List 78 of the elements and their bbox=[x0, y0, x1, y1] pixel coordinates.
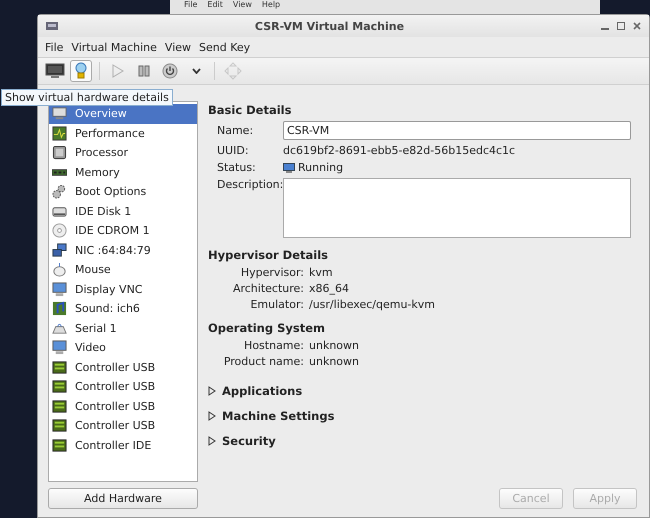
field-label: Status: bbox=[217, 161, 257, 174]
hardware-list-item[interactable]: Controller USB bbox=[49, 416, 197, 436]
field-label: Emulator: bbox=[249, 298, 304, 311]
mouse-icon bbox=[52, 262, 67, 278]
hardware-list-item[interactable]: IDE CDROM 1 bbox=[49, 221, 197, 240]
play-icon bbox=[112, 64, 124, 78]
field-label: Name: bbox=[217, 124, 254, 137]
menu-item[interactable]: View bbox=[164, 40, 192, 54]
monitor-icon bbox=[45, 63, 65, 79]
expander-arrow-icon bbox=[208, 436, 216, 446]
maximize-icon[interactable] bbox=[617, 22, 625, 30]
field-value: unknown bbox=[309, 355, 359, 368]
hardware-list-item[interactable]: Overview bbox=[49, 104, 197, 124]
chip-icon bbox=[52, 145, 67, 160]
hardware-list-item[interactable]: Controller USB bbox=[49, 358, 197, 377]
expander[interactable]: Applications bbox=[208, 378, 302, 403]
field-value: /usr/libexec/qemu-kvm bbox=[309, 298, 436, 311]
menu-item[interactable]: File bbox=[45, 40, 64, 54]
description-field[interactable] bbox=[283, 178, 631, 238]
expander[interactable]: Security bbox=[208, 428, 276, 453]
monitor-icon bbox=[52, 106, 67, 122]
uuid-value: dc619bf2-8691-ebb5-e82d-56b15edc4c1c bbox=[283, 144, 516, 157]
controller-card-icon bbox=[52, 398, 67, 414]
section-heading: Hypervisor Details bbox=[208, 248, 330, 262]
controller-card-icon bbox=[52, 438, 67, 453]
gears-icon bbox=[52, 184, 67, 200]
hardware-list-item[interactable]: IDE Disk 1 bbox=[49, 202, 197, 221]
name-field[interactable]: CSR-VM bbox=[283, 121, 631, 140]
controller-card-icon bbox=[52, 360, 67, 375]
hardware-list-item[interactable]: Controller USB bbox=[49, 377, 197, 396]
window-title: CSR-VM Virtual Machine bbox=[254, 20, 406, 32]
monitor-icon bbox=[52, 340, 67, 356]
field-label: UUID: bbox=[217, 144, 250, 157]
app-icon bbox=[46, 22, 58, 30]
hardware-list-item[interactable]: Processor bbox=[49, 143, 197, 162]
field-label: Architecture: bbox=[232, 282, 304, 295]
sound-card-icon bbox=[52, 301, 67, 316]
pause-icon bbox=[138, 65, 150, 77]
field-label: Hypervisor: bbox=[240, 266, 304, 279]
field-label: Product name: bbox=[222, 355, 304, 368]
hardware-list-item[interactable]: Sound: ich6 bbox=[49, 299, 197, 318]
add-hardware-button[interactable]: Add Hardware bbox=[48, 488, 198, 509]
monitor-icon bbox=[52, 282, 67, 297]
disc-icon bbox=[52, 223, 67, 238]
hardware-list-item[interactable]: Performance bbox=[49, 124, 197, 143]
section-heading: Basic Details bbox=[208, 103, 292, 117]
field-label: Hostname: bbox=[243, 339, 304, 352]
field-value: kvm bbox=[309, 266, 334, 279]
menu-item[interactable]: Send Key bbox=[199, 40, 250, 54]
hardware-list-item[interactable]: Video bbox=[49, 338, 197, 358]
controller-card-icon bbox=[52, 418, 67, 434]
field-value: unknown bbox=[309, 339, 359, 352]
hardware-list-item[interactable]: Mouse bbox=[49, 260, 197, 280]
section-heading: Operating System bbox=[208, 321, 326, 335]
hardware-list-item[interactable]: NIC :64:84:79 bbox=[49, 240, 197, 260]
hardware-list-item[interactable]: Controller USB bbox=[49, 396, 197, 416]
move-arrows-icon bbox=[224, 62, 242, 80]
expander[interactable]: Machine Settings bbox=[208, 403, 334, 428]
field-label: Description: bbox=[217, 178, 283, 191]
chart-icon bbox=[52, 126, 67, 141]
field-value: x86_64 bbox=[309, 282, 350, 295]
controller-card-icon bbox=[52, 379, 67, 394]
hardware-list-item[interactable]: Serial 1 bbox=[49, 318, 197, 338]
expander-arrow-icon bbox=[208, 386, 216, 396]
expander-arrow-icon bbox=[208, 410, 216, 420]
hardware-list-item[interactable]: Display VNC bbox=[49, 280, 197, 299]
caret-icon bbox=[192, 68, 200, 74]
tooltip: Show virtual hardware details bbox=[1, 89, 173, 106]
hardware-list-item[interactable]: Controller IDE bbox=[49, 436, 197, 455]
status-value: Running bbox=[298, 161, 344, 174]
running-monitor-icon bbox=[283, 162, 295, 172]
lightbulb-icon bbox=[75, 62, 87, 80]
hardware-list-item[interactable]: Boot Options bbox=[49, 182, 197, 202]
close-icon[interactable] bbox=[633, 22, 641, 30]
hardware-list-item[interactable]: Memory bbox=[49, 162, 197, 182]
menu-item[interactable]: Virtual Machine bbox=[71, 40, 157, 54]
power-icon bbox=[162, 63, 178, 79]
network-icon bbox=[52, 242, 67, 258]
